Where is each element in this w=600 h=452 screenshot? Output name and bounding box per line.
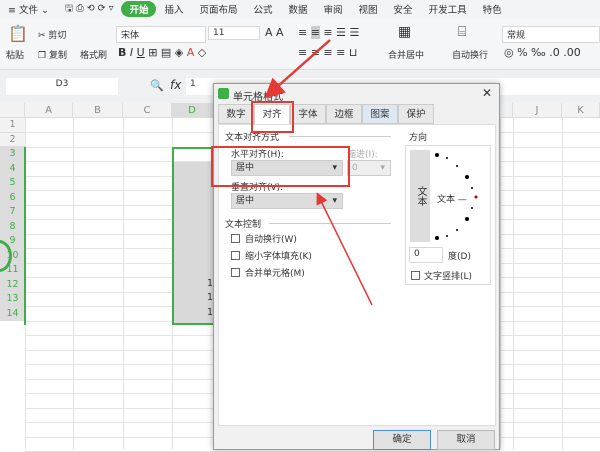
arrow-to-tab <box>264 39 331 99</box>
arrow-to-vertical-align <box>316 192 373 306</box>
annotation-arrows <box>264 39 373 306</box>
